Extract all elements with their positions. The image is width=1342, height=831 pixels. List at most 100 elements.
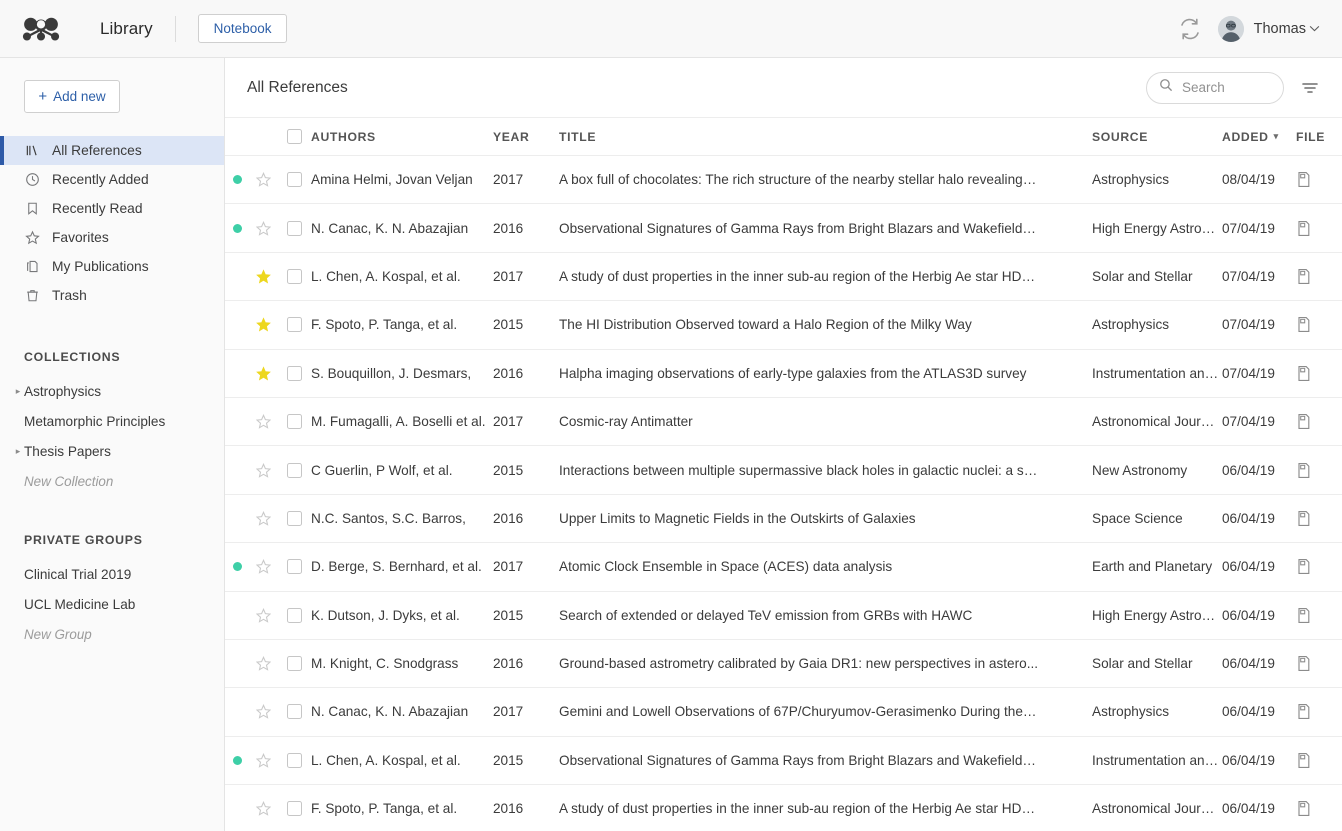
cell-title[interactable]: Halpha imaging observations of early-typ… <box>559 366 1092 381</box>
table-row[interactable]: D. Berge, S. Bernhard, et al.2017Atomic … <box>225 543 1342 591</box>
pdf-file-icon[interactable] <box>1296 752 1312 769</box>
row-checkbox[interactable] <box>287 608 302 623</box>
pdf-file-icon[interactable] <box>1296 703 1312 720</box>
cell-title[interactable]: Atomic Clock Ensemble in Space (ACES) da… <box>559 559 1092 574</box>
pdf-file-icon[interactable] <box>1296 510 1312 527</box>
sync-refresh-icon[interactable] <box>1178 17 1202 41</box>
pdf-file-icon[interactable] <box>1296 220 1312 237</box>
unread-dot[interactable] <box>233 562 242 571</box>
pdf-file-icon[interactable] <box>1296 607 1312 624</box>
sidebar-item-trash[interactable]: Trash <box>0 281 224 310</box>
table-row[interactable]: C Guerlin, P Wolf, et al.2015Interaction… <box>225 446 1342 494</box>
row-checkbox[interactable] <box>287 801 302 816</box>
favorite-star-icon[interactable] <box>256 366 271 381</box>
search-box[interactable] <box>1146 72 1284 104</box>
favorite-star-icon[interactable] <box>256 704 271 719</box>
cell-title[interactable]: Cosmic-ray Antimatter <box>559 414 1092 429</box>
table-row[interactable]: M. Knight, C. Snodgrass2016Ground-based … <box>225 640 1342 688</box>
table-row[interactable]: S. Bouquillon, J. Desmars,2016Halpha ima… <box>225 350 1342 398</box>
cell-title[interactable]: Observational Signatures of Gamma Rays f… <box>559 753 1092 768</box>
table-row[interactable]: N. Canac, K. N. Abazajian2016Observation… <box>225 204 1342 252</box>
favorite-star-icon[interactable] <box>256 463 271 478</box>
cell-title[interactable]: Interactions between multiple supermassi… <box>559 463 1092 478</box>
new-group-button[interactable]: New Group <box>0 619 224 649</box>
row-checkbox[interactable] <box>287 511 302 526</box>
cell-title[interactable]: Gemini and Lowell Observations of 67P/Ch… <box>559 704 1092 719</box>
table-row[interactable]: N. Canac, K. N. Abazajian2017Gemini and … <box>225 688 1342 736</box>
cell-title[interactable]: Observational Signatures of Gamma Rays f… <box>559 221 1092 236</box>
row-checkbox[interactable] <box>287 269 302 284</box>
table-row[interactable]: F. Spoto, P. Tanga, et al.2016A study of… <box>225 785 1342 831</box>
cell-title[interactable]: A study of dust properties in the inner … <box>559 269 1092 284</box>
table-row[interactable]: F. Spoto, P. Tanga, et al.2015The HI Dis… <box>225 301 1342 349</box>
favorite-star-icon[interactable] <box>256 511 271 526</box>
pdf-file-icon[interactable] <box>1296 462 1312 479</box>
pdf-file-icon[interactable] <box>1296 413 1312 430</box>
table-row[interactable]: L. Chen, A. Kospal, et al.2017A study of… <box>225 253 1342 301</box>
new-collection-button[interactable]: New Collection <box>0 466 224 496</box>
user-menu[interactable]: Thomas <box>1218 16 1320 42</box>
cell-title[interactable]: Search of extended or delayed TeV emissi… <box>559 608 1092 623</box>
row-checkbox[interactable] <box>287 366 302 381</box>
cell-title[interactable]: A study of dust properties in the inner … <box>559 801 1092 816</box>
row-checkbox[interactable] <box>287 559 302 574</box>
unread-dot[interactable] <box>233 224 242 233</box>
row-checkbox[interactable] <box>287 414 302 429</box>
pdf-file-icon[interactable] <box>1296 558 1312 575</box>
header-source[interactable]: SOURCE <box>1092 130 1222 144</box>
pdf-file-icon[interactable] <box>1296 800 1312 817</box>
favorite-star-icon[interactable] <box>256 656 271 671</box>
notebook-button[interactable]: Notebook <box>198 14 288 44</box>
pdf-file-icon[interactable] <box>1296 316 1312 333</box>
favorite-star-icon[interactable] <box>256 414 271 429</box>
table-row[interactable]: L. Chen, A. Kospal, et al.2015Observatio… <box>225 737 1342 785</box>
search-input[interactable] <box>1182 80 1271 95</box>
table-row[interactable]: M. Fumagalli, A. Boselli et al.2017Cosmi… <box>225 398 1342 446</box>
table-row[interactable]: Amina Helmi, Jovan Veljan2017A box full … <box>225 156 1342 204</box>
header-file[interactable]: FILE <box>1296 130 1342 144</box>
sidebar-item-my-publications[interactable]: My Publications <box>0 252 224 281</box>
favorite-star-icon[interactable] <box>256 559 271 574</box>
group-item-clinical-trial-2019[interactable]: ▸ Clinical Trial 2019 <box>0 559 224 589</box>
row-checkbox[interactable] <box>287 753 302 768</box>
pdf-file-icon[interactable] <box>1296 655 1312 672</box>
favorite-star-icon[interactable] <box>256 269 271 284</box>
header-authors[interactable]: AUTHORS <box>311 130 493 144</box>
cell-title[interactable]: Ground-based astrometry calibrated by Ga… <box>559 656 1092 671</box>
add-new-button[interactable]: + Add new <box>24 80 120 113</box>
row-checkbox[interactable] <box>287 172 302 187</box>
row-checkbox[interactable] <box>287 704 302 719</box>
pdf-file-icon[interactable] <box>1296 171 1312 188</box>
row-checkbox[interactable] <box>287 463 302 478</box>
cell-title[interactable]: Upper Limits to Magnetic Fields in the O… <box>559 511 1092 526</box>
pdf-file-icon[interactable] <box>1296 268 1312 285</box>
unread-dot[interactable] <box>233 756 242 765</box>
collection-item-astrophysics[interactable]: ▸ Astrophysics <box>0 376 224 406</box>
sidebar-item-recently-added[interactable]: Recently Added <box>0 165 224 194</box>
favorite-star-icon[interactable] <box>256 753 271 768</box>
cell-title[interactable]: A box full of chocolates: The rich struc… <box>559 172 1092 187</box>
row-checkbox[interactable] <box>287 317 302 332</box>
favorite-star-icon[interactable] <box>256 317 271 332</box>
table-row[interactable]: N.C. Santos, S.C. Barros,2016Upper Limit… <box>225 495 1342 543</box>
sidebar-item-favorites[interactable]: Favorites <box>0 223 224 252</box>
pdf-file-icon[interactable] <box>1296 365 1312 382</box>
header-added[interactable]: ADDED ▾ <box>1222 130 1296 144</box>
favorite-star-icon[interactable] <box>256 801 271 816</box>
mendeley-logo-icon[interactable] <box>22 14 60 44</box>
chevron-right-icon[interactable]: ▸ <box>12 387 24 396</box>
sidebar-item-all-references[interactable]: All References <box>0 136 224 165</box>
sidebar-item-recently-read[interactable]: Recently Read <box>0 194 224 223</box>
table-row[interactable]: K. Dutson, J. Dyks, et al.2015Search of … <box>225 592 1342 640</box>
filter-icon[interactable] <box>1300 78 1320 98</box>
collection-item-thesis-papers[interactable]: ▸ Thesis Papers <box>0 436 224 466</box>
collection-item-metamorphic-principles[interactable]: ▸ Metamorphic Principles <box>0 406 224 436</box>
row-checkbox[interactable] <box>287 656 302 671</box>
group-item-ucl-medicine-lab[interactable]: ▸ UCL Medicine Lab <box>0 589 224 619</box>
row-checkbox[interactable] <box>287 221 302 236</box>
header-year[interactable]: YEAR <box>493 130 559 144</box>
favorite-star-icon[interactable] <box>256 608 271 623</box>
favorite-star-icon[interactable] <box>256 221 271 236</box>
select-all-checkbox[interactable] <box>287 129 302 144</box>
unread-dot[interactable] <box>233 175 242 184</box>
